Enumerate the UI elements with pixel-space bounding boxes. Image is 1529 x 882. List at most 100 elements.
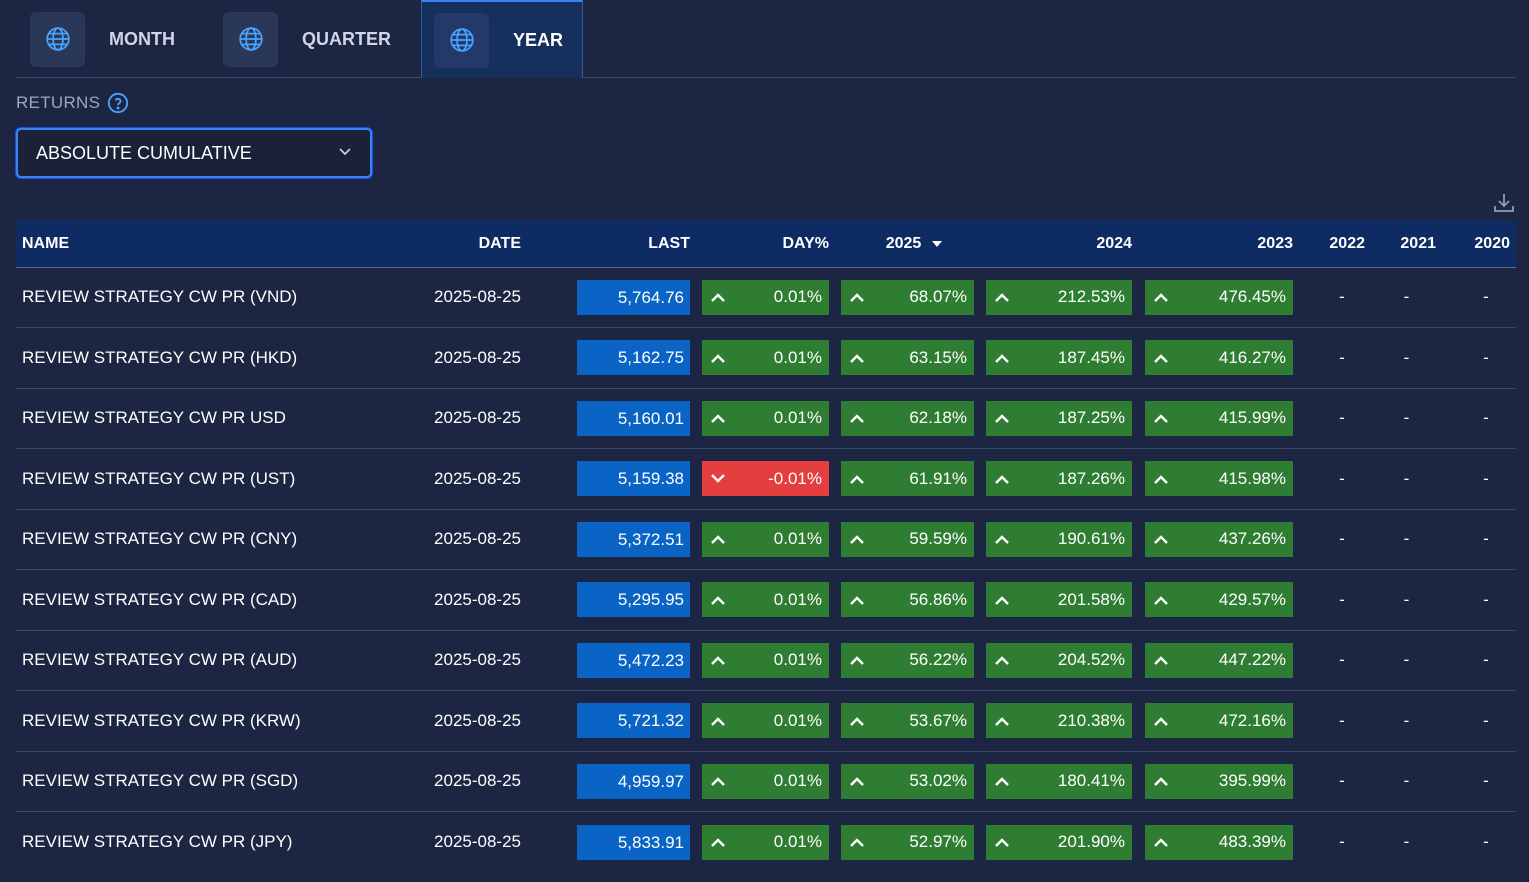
- cell-day: 0.01%: [696, 751, 835, 812]
- change-badge: 0.01%: [702, 400, 829, 436]
- change-badge: 0.01%: [702, 582, 829, 618]
- col-header-2025[interactable]: 2025: [835, 221, 980, 268]
- arrow-up-icon: [710, 352, 726, 364]
- cell-name[interactable]: REVIEW STRATEGY CW PR (HKD): [16, 328, 386, 389]
- col-header-2021[interactable]: 2021: [1371, 221, 1442, 268]
- change-badge: 437.26%: [1145, 521, 1293, 557]
- cell-name[interactable]: REVIEW STRATEGY CW PR (CAD): [16, 570, 386, 631]
- change-badge: 415.99%: [1145, 400, 1293, 436]
- cell-y2025: 56.22%: [835, 630, 980, 691]
- tab-quarter[interactable]: QUARTER: [223, 0, 423, 78]
- table-row[interactable]: REVIEW STRATEGY CW PR (JPY) 2025-08-25 5,8…: [16, 812, 1516, 873]
- cell-name[interactable]: REVIEW STRATEGY CW PR (CNY): [16, 509, 386, 570]
- col-header-2020[interactable]: 2020: [1442, 221, 1516, 268]
- cell-y2025: 59.59%: [835, 509, 980, 570]
- change-value: 59.59%: [909, 529, 967, 549]
- change-badge: 52.97%: [841, 824, 974, 860]
- returns-type-select[interactable]: ABSOLUTE CUMULATIVE: [16, 128, 372, 178]
- change-badge: 447.22%: [1145, 642, 1293, 678]
- cell-name[interactable]: REVIEW STRATEGY CW PR (KRW): [16, 691, 386, 752]
- arrow-up-icon: [710, 775, 726, 787]
- col-header-2022[interactable]: 2022: [1299, 221, 1371, 268]
- cell-last: 5,764.76: [527, 267, 696, 328]
- change-value: 472.16%: [1218, 710, 1286, 730]
- cell-y2025: 62.18%: [835, 388, 980, 449]
- arrow-up-icon: [1153, 836, 1169, 848]
- change-badge: 187.45%: [986, 340, 1132, 376]
- change-value: -0.01%: [768, 468, 822, 488]
- table-row[interactable]: REVIEW STRATEGY CW PR (HKD) 2025-08-25 5,1…: [16, 328, 1516, 389]
- change-value: 201.90%: [1057, 832, 1125, 851]
- table-row[interactable]: REVIEW STRATEGY CW PR (KRW) 2025-08-25 5,7…: [16, 691, 1516, 752]
- tab-month[interactable]: MONTH: [30, 0, 210, 78]
- download-icon[interactable]: [1492, 191, 1516, 215]
- table-row[interactable]: REVIEW STRATEGY CW PR (AUD) 2025-08-25 5,4…: [16, 630, 1516, 691]
- change-value: 483.39%: [1218, 832, 1286, 851]
- change-value: 56.86%: [909, 589, 967, 609]
- table-row[interactable]: REVIEW STRATEGY CW PR (CNY) 2025-08-25 5,3…: [16, 509, 1516, 570]
- cell-2020: -: [1483, 710, 1489, 730]
- arrow-up-icon: [994, 412, 1010, 424]
- change-value: 447.22%: [1218, 650, 1286, 670]
- arrow-up-icon: [849, 291, 865, 303]
- cell-name[interactable]: REVIEW STRATEGY CW PR (SGD): [16, 751, 386, 812]
- cell-2022: -: [1339, 650, 1345, 670]
- arrow-up-icon: [849, 533, 865, 545]
- arrow-up-icon: [710, 291, 726, 303]
- last-value: 4,959.97: [577, 763, 690, 799]
- arrow-up-icon: [994, 654, 1010, 666]
- cell-name[interactable]: REVIEW STRATEGY CW PR (AUD): [16, 630, 386, 691]
- tab-year[interactable]: YEAR: [421, 0, 583, 78]
- cell-2022: -: [1339, 529, 1345, 549]
- col-header-day[interactable]: DAY%: [696, 221, 835, 268]
- change-value: 395.99%: [1218, 771, 1286, 791]
- cell-y2025: 63.15%: [835, 328, 980, 389]
- col-header-2023[interactable]: 2023: [1138, 221, 1299, 268]
- change-value: 61.91%: [909, 468, 967, 488]
- change-badge: 416.27%: [1145, 340, 1293, 376]
- table-row[interactable]: REVIEW STRATEGY CW PR USD 2025-08-25 5,160…: [16, 388, 1516, 449]
- col-header-last[interactable]: LAST: [527, 221, 696, 268]
- change-badge: 0.01%: [702, 340, 829, 376]
- change-badge: 0.01%: [702, 521, 829, 557]
- last-value: 5,159.38: [577, 461, 690, 497]
- cell-y2024: 210.38%: [980, 691, 1138, 752]
- arrow-up-icon: [849, 594, 865, 606]
- col-header-name[interactable]: NAME: [16, 221, 386, 268]
- arrow-up-icon: [994, 533, 1010, 545]
- cell-2020: -: [1483, 408, 1489, 428]
- cell-day: -0.01%: [696, 449, 835, 510]
- help-circle-icon[interactable]: [107, 92, 129, 114]
- cell-name[interactable]: REVIEW STRATEGY CW PR (JPY): [16, 812, 386, 873]
- arrow-up-icon: [994, 775, 1010, 787]
- cell-y2025: 53.67%: [835, 691, 980, 752]
- arrow-up-icon: [1153, 352, 1169, 364]
- cell-2021: -: [1403, 347, 1410, 367]
- change-badge: 483.39%: [1145, 824, 1293, 860]
- cell-2020: -: [1483, 771, 1489, 791]
- cell-y2023: 415.98%: [1138, 449, 1299, 510]
- col-header-date[interactable]: DATE: [386, 221, 527, 268]
- cell-y2023: 476.45%: [1138, 267, 1299, 328]
- cell-day: 0.01%: [696, 328, 835, 389]
- table-row[interactable]: REVIEW STRATEGY CW PR (VND) 2025-08-25 5,7…: [16, 267, 1516, 328]
- table-row[interactable]: REVIEW STRATEGY CW PR (CAD) 2025-08-25 5,2…: [16, 570, 1516, 631]
- col-header-2024[interactable]: 2024: [980, 221, 1138, 268]
- change-badge: 0.01%: [702, 642, 829, 678]
- cell-date: 2025-08-25: [434, 529, 521, 549]
- cell-date: 2025-08-25: [434, 408, 521, 428]
- table-row[interactable]: REVIEW STRATEGY CW PR (UST) 2025-08-25 5,1…: [16, 449, 1516, 510]
- cell-2022: -: [1339, 468, 1345, 488]
- change-badge: 56.22%: [841, 642, 974, 678]
- change-value: 63.15%: [909, 347, 967, 367]
- change-badge: 68.07%: [841, 279, 974, 315]
- cell-date: 2025-08-25: [434, 832, 521, 851]
- cell-name[interactable]: REVIEW STRATEGY CW PR (VND): [16, 267, 386, 328]
- cell-name[interactable]: REVIEW STRATEGY CW PR USD: [16, 388, 386, 449]
- cell-last: 4,959.97: [527, 751, 696, 812]
- table-row[interactable]: REVIEW STRATEGY CW PR (SGD) 2025-08-25 4,9…: [16, 751, 1516, 812]
- arrow-up-icon: [994, 352, 1010, 364]
- cell-day: 0.01%: [696, 570, 835, 631]
- cell-2021: -: [1403, 771, 1410, 791]
- cell-name[interactable]: REVIEW STRATEGY CW PR (UST): [16, 449, 386, 510]
